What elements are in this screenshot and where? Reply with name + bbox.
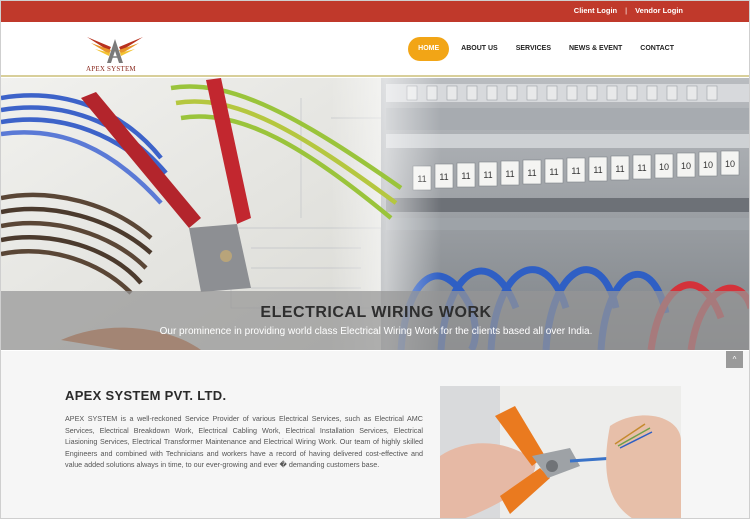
login-separator: | [625, 6, 628, 15]
main-nav: HOME ABOUT US SERVICES NEWS & EVENT CONT… [408, 37, 683, 61]
hero-title: ELECTRICAL WIRING WORK [260, 304, 492, 321]
login-links: Client Login | Vendor Login [574, 6, 683, 15]
terminal-label: 10 [703, 160, 713, 170]
terminal-label: 11 [505, 169, 514, 179]
hero-subtitle: Our prominence in providing world class … [159, 326, 593, 337]
nav-contact[interactable]: CONTACT [631, 37, 683, 61]
client-login-link[interactable]: Client Login [574, 6, 617, 15]
terminal-label: 11 [461, 171, 470, 181]
nav-home[interactable]: HOME [408, 37, 450, 61]
logo-wings-icon [87, 37, 143, 63]
about-title: APEX SYSTEM PVT. LTD. [65, 388, 227, 403]
vendor-login-link[interactable]: Vendor Login [635, 6, 683, 15]
terminal-label: 11 [527, 168, 536, 178]
top-bar: Client Login | Vendor Login [1, 1, 749, 22]
about-image [440, 386, 681, 518]
about-section: APEX SYSTEM PVT. LTD. APEX SYSTEM is a w… [1, 351, 749, 518]
terminal-label: 10 [725, 159, 735, 169]
hero-banner: 11 11 11 11 11 11 11 11 11 11 11 10 10 1… [1, 78, 749, 350]
chevron-up-icon: ^ [732, 355, 737, 364]
terminal-label: 11 [637, 163, 646, 173]
scroll-to-top-button[interactable]: ^ [726, 351, 743, 368]
page-frame: Client Login | Vendor Login APEX SYSTEM … [0, 0, 750, 519]
terminal-label: 11 [571, 166, 580, 176]
about-body: APEX SYSTEM is a well-reckoned Service P… [65, 414, 423, 469]
hero-caption: ELECTRICAL WIRING WORK Our prominence in… [1, 291, 749, 350]
terminal-label: 11 [593, 165, 602, 175]
nav-news-event[interactable]: NEWS & EVENT [560, 37, 631, 61]
site-header: APEX SYSTEM HOME ABOUT US SERVICES NEWS … [1, 22, 749, 77]
terminal-label: 10 [681, 161, 691, 171]
pliers-stripping-wire-image [440, 386, 681, 518]
terminal-label: 11 [483, 170, 492, 180]
terminal-label: 10 [659, 162, 669, 172]
logo-text: APEX SYSTEM [86, 65, 136, 73]
terminal-label: 11 [549, 167, 558, 177]
nav-services[interactable]: SERVICES [507, 37, 560, 61]
terminal-label: 11 [615, 164, 624, 174]
site-logo[interactable]: APEX SYSTEM [85, 33, 145, 75]
nav-about-us[interactable]: ABOUT US [452, 37, 507, 61]
